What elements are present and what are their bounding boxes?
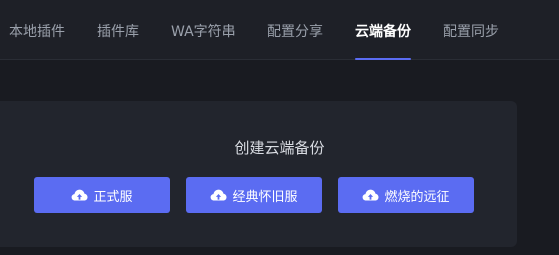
- tab-label: WA字符串: [171, 24, 236, 40]
- tab-label: 本地插件: [9, 24, 65, 40]
- tab-config-share[interactable]: 配置分享: [267, 0, 323, 60]
- backup-card: [0, 101, 517, 247]
- cloud-upload-icon: [210, 188, 227, 202]
- button-label: 经典怀旧服: [232, 189, 298, 205]
- tab-wa-strings[interactable]: WA字符串: [171, 0, 236, 60]
- cloud-upload-icon: [71, 188, 88, 202]
- button-label: 正式服: [93, 189, 133, 205]
- tab-config-sync[interactable]: 配置同步: [443, 0, 499, 60]
- top-nav-bar: 本地插件 插件库 WA字符串 配置分享 云端备份 配置同步: [0, 0, 559, 60]
- backup-retail-button[interactable]: 正式服: [34, 177, 170, 213]
- active-tab-indicator: [355, 58, 411, 60]
- cloud-upload-icon: [362, 188, 379, 202]
- tab-cloud-backup[interactable]: 云端备份: [355, 0, 411, 60]
- tab-local-plugins[interactable]: 本地插件: [9, 0, 65, 60]
- backup-classic-button[interactable]: 经典怀旧服: [186, 177, 322, 213]
- tab-label: 配置分享: [267, 24, 323, 40]
- tab-label: 云端备份: [355, 24, 411, 40]
- backup-title: 创建云端备份: [234, 139, 325, 157]
- button-label: 燃烧的远征: [384, 189, 450, 205]
- tab-plugin-library[interactable]: 插件库: [97, 0, 139, 60]
- backup-tbc-button[interactable]: 燃烧的远征: [338, 177, 474, 213]
- tab-label: 插件库: [97, 24, 139, 40]
- tab-label: 配置同步: [443, 24, 499, 40]
